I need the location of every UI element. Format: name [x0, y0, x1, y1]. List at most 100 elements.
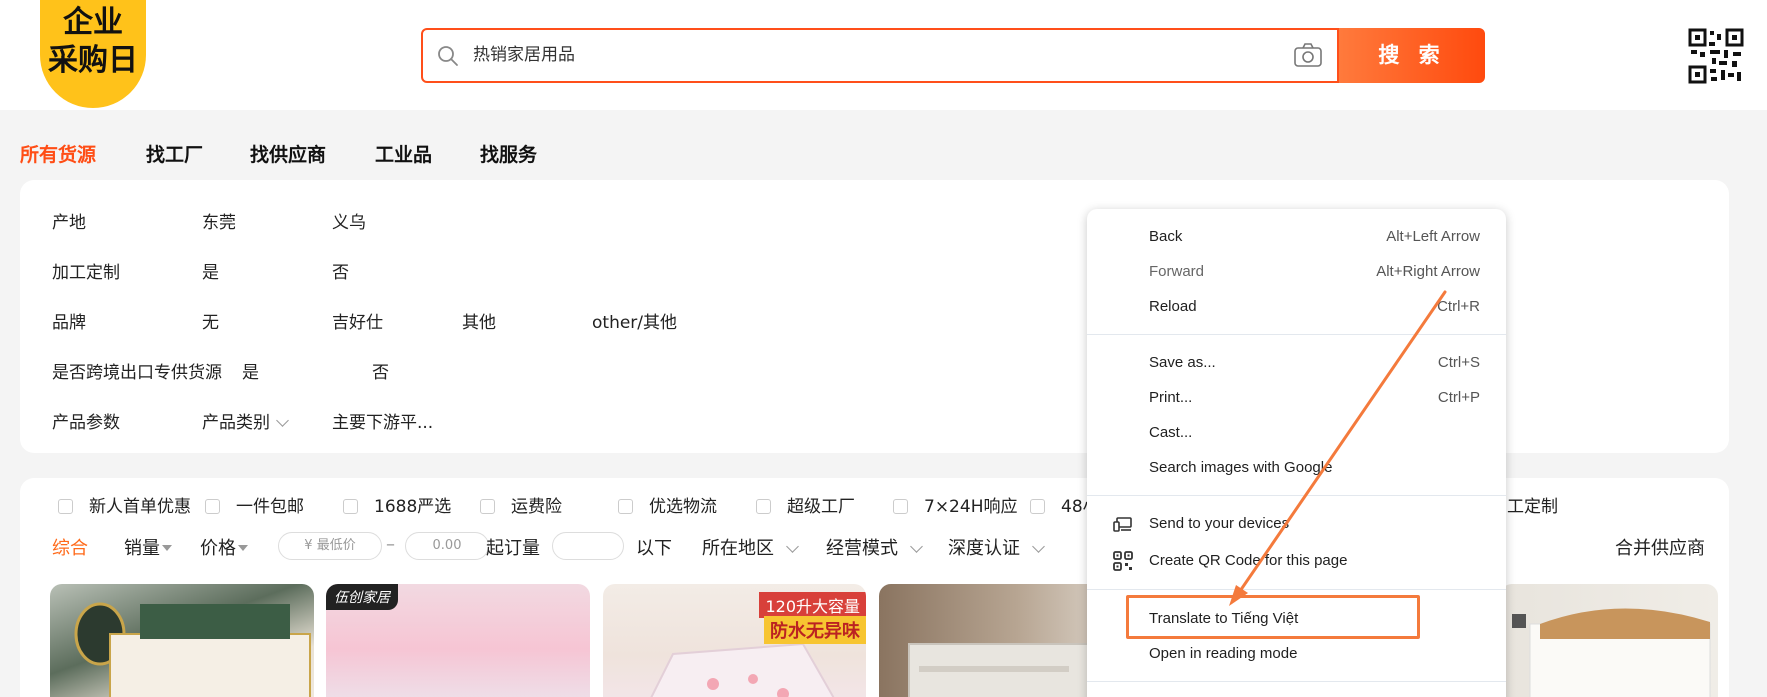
service-filter[interactable]: 新人首单优惠 [58, 492, 191, 517]
product-image [74, 602, 311, 697]
filter-option[interactable]: 是 [242, 358, 259, 383]
product-card[interactable] [50, 584, 314, 697]
logo-line2: 采购日 [48, 43, 138, 78]
tab-find-supplier[interactable]: 找供应商 [250, 140, 326, 167]
filter-label: 加工定制 [52, 263, 120, 283]
service-filter[interactable]: 优选物流 [618, 492, 717, 517]
service-filter[interactable]: 运费险 [480, 492, 562, 517]
moq-input[interactable] [552, 532, 624, 560]
service-label: 7×24H响应 [924, 497, 1018, 517]
service-filter[interactable]: 1688严选 [343, 492, 451, 517]
chevron-down-icon [910, 540, 923, 553]
menu-item-label: Forward [1149, 263, 1205, 280]
search-input[interactable]: 热销家居用品 [473, 30, 575, 81]
filter-option[interactable]: 主要下游平... [332, 408, 433, 433]
mode-dropdown[interactable]: 经营模式 [826, 534, 923, 560]
service-label: 工定制 [1507, 497, 1558, 517]
filter-option[interactable]: 义乌 [332, 208, 366, 233]
filter-option[interactable]: 是 [202, 258, 219, 283]
menu-shortcut: Alt+Right Arrow [1376, 263, 1480, 280]
filter-label: 产品参数 [52, 413, 120, 433]
menu-item-cast[interactable]: Cast... [1087, 418, 1506, 448]
service-label: 运费险 [511, 497, 562, 517]
product-card[interactable]: 伍创家居 [326, 584, 590, 697]
search-button[interactable]: 搜 索 [1339, 28, 1485, 83]
menu-separator [1087, 495, 1506, 496]
search-icon [438, 46, 458, 66]
menu-item-print[interactable]: Print... Ctrl+P [1087, 383, 1506, 413]
checkbox[interactable] [58, 499, 73, 514]
moq-label: 起订量 [486, 538, 540, 559]
filter-option[interactable]: 否 [332, 258, 349, 283]
checkbox[interactable] [343, 499, 358, 514]
cert-dropdown[interactable]: 深度认证 [948, 534, 1045, 560]
product-image [908, 643, 1109, 697]
filter-label: 品牌 [52, 313, 86, 333]
filter-option[interactable]: 否 [372, 358, 389, 383]
checkbox[interactable] [1030, 499, 1045, 514]
filter-option[interactable]: 东莞 [202, 208, 236, 233]
product-card[interactable] [879, 584, 1109, 697]
sort-sales[interactable]: 销量 [124, 534, 172, 560]
tab-all-sources[interactable]: 所有货源 [20, 140, 96, 167]
menu-item-reading-mode[interactable]: Open in reading mode [1087, 639, 1506, 669]
checkbox[interactable] [205, 499, 220, 514]
logo[interactable]: 企业 采购日 [40, 0, 146, 108]
min-price-input[interactable]: ¥ 最低价 [278, 532, 382, 560]
region-dropdown[interactable]: 所在地区 [702, 534, 799, 560]
service-filter[interactable]: 7×24H响应 [893, 492, 1017, 517]
dropdown-label: 经营模式 [826, 538, 898, 559]
filter-dropdown-category[interactable]: 产品类别 [202, 408, 289, 433]
menu-separator [1087, 334, 1506, 335]
filter-label: 产地 [52, 213, 86, 233]
menu-item-search-images[interactable]: Search images with Google [1087, 453, 1506, 483]
sort-default[interactable]: 综合 [52, 534, 88, 560]
product-card[interactable] [1500, 584, 1718, 697]
search-box[interactable]: 热销家居用品 [421, 28, 1339, 83]
checkbox[interactable] [893, 499, 908, 514]
service-label: 超级工厂 [787, 497, 855, 517]
product-card[interactable]: 120升大容量 防水无异味 [603, 584, 866, 697]
menu-separator [1087, 589, 1506, 590]
menu-item-send-to-devices[interactable]: Send to your devices [1087, 509, 1506, 539]
caret-down-icon [162, 545, 172, 551]
sort-label: 销量 [124, 538, 160, 559]
caret-down-icon [238, 545, 248, 551]
service-filter[interactable]: 一件包邮 [205, 492, 304, 517]
sort-price[interactable]: 价格 [200, 534, 248, 560]
menu-item-label: Back [1149, 228, 1183, 245]
tab-find-service[interactable]: 找服务 [480, 140, 537, 167]
menu-separator [1087, 681, 1506, 682]
checkbox[interactable] [480, 499, 495, 514]
max-price-input[interactable]: 0.00 [405, 532, 489, 560]
filter-option[interactable]: 其他 [462, 308, 496, 333]
filter-option[interactable]: 吉好仕 [332, 308, 383, 333]
menu-item-back[interactable]: Back Alt+Left Arrow [1087, 222, 1506, 252]
checkbox[interactable] [618, 499, 633, 514]
menu-shortcut: Alt+Left Arrow [1386, 228, 1480, 245]
qr-code-icon[interactable] [1688, 28, 1744, 84]
tab-industrial[interactable]: 工业品 [375, 140, 432, 167]
tab-find-factory[interactable]: 找工厂 [146, 140, 203, 167]
service-label: 一件包邮 [236, 497, 304, 517]
sort-label: 价格 [200, 538, 236, 559]
menu-item-label: Open in reading mode [1149, 645, 1298, 662]
dropdown-label: 所在地区 [702, 538, 774, 559]
menu-item-label: Send to your devices [1149, 515, 1290, 532]
camera-icon[interactable] [1293, 42, 1323, 68]
menu-shortcut: Ctrl+S [1437, 354, 1480, 371]
menu-shortcut: Ctrl+P [1437, 389, 1480, 406]
filter-option[interactable]: 无 [202, 308, 219, 333]
menu-item-reload[interactable]: Reload Ctrl+R [1087, 292, 1506, 322]
merge-suppliers[interactable]: 合并供应商 [1615, 534, 1705, 560]
service-label: 优选物流 [649, 497, 717, 517]
service-filter[interactable]: 超级工厂 [756, 492, 855, 517]
menu-item-create-qr[interactable]: Create QR Code for this page [1087, 546, 1506, 576]
menu-item-save-as[interactable]: Save as... Ctrl+S [1087, 348, 1506, 378]
checkbox[interactable] [756, 499, 771, 514]
annotation-highlight-box [1126, 595, 1420, 639]
chevron-down-icon [1032, 540, 1045, 553]
menu-item-label: Save as... [1149, 354, 1216, 371]
filter-option[interactable]: other/其他 [592, 308, 677, 333]
service-filter[interactable]: 工定制 [1507, 492, 1558, 517]
